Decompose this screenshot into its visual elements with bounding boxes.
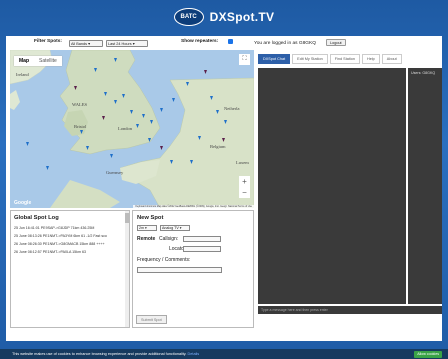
chat-section: DXSpot Chat Edit My Station Find Station… bbox=[254, 50, 442, 328]
cookie-banner: This website makes use of cookies to enh… bbox=[0, 349, 448, 359]
spot-marker-active bbox=[102, 116, 105, 120]
spot-marker bbox=[94, 68, 97, 72]
remote-label-text: Remote bbox=[137, 236, 156, 242]
log-entry: 25 Jun 16:41:01 PE9SAP->G8JDP 71km 436.2… bbox=[14, 226, 95, 230]
map-type-tabs: Map Satellite bbox=[14, 56, 62, 66]
spot-marker bbox=[142, 114, 145, 118]
zoom-out-button[interactable]: − bbox=[242, 187, 247, 198]
spot-marker bbox=[210, 96, 213, 100]
spot-map[interactable]: Ireland WALES Bristol London Netherla Be… bbox=[10, 50, 254, 208]
spot-marker bbox=[216, 110, 219, 114]
fullscreen-icon[interactable]: ⛶ bbox=[239, 54, 250, 65]
spot-marker bbox=[186, 82, 189, 86]
spot-marker bbox=[160, 108, 163, 112]
main-panel: Filter Spots: All Bands ▾ Last 24 Hours … bbox=[6, 36, 442, 341]
spot-marker bbox=[198, 136, 201, 140]
spot-marker bbox=[110, 154, 113, 158]
mode-select[interactable]: Analog TV ▾ bbox=[160, 225, 190, 231]
spot-marker bbox=[86, 146, 89, 150]
spot-marker bbox=[114, 58, 117, 62]
band-select[interactable]: 2m ▾ bbox=[137, 225, 157, 231]
spot-marker bbox=[80, 130, 83, 134]
tab-find-station[interactable]: Find Station bbox=[329, 54, 360, 64]
bands-value: All Bands bbox=[71, 42, 88, 46]
spot-marker-active bbox=[204, 70, 207, 74]
tab-about[interactable]: About bbox=[381, 54, 402, 64]
spot-markers bbox=[26, 58, 227, 170]
spot-marker bbox=[224, 120, 227, 124]
site-header: BATC DXSpot.TV bbox=[0, 0, 448, 34]
freq-label: Frequency / Comments: bbox=[137, 257, 191, 263]
log-entry: 26 June 08:12:57 PE1NMT->PA0LA 15km 63 bbox=[14, 250, 86, 254]
freq-comments-input[interactable] bbox=[137, 267, 222, 273]
filter-label: Filter Spots: bbox=[34, 39, 62, 44]
show-repeaters-label: Show repeaters: bbox=[181, 39, 219, 44]
spot-marker bbox=[46, 166, 49, 170]
remote-label: Remote bbox=[137, 236, 155, 242]
map-credit[interactable]: Keyboard shortcuts Map data ©2022 GeoBas… bbox=[133, 205, 254, 208]
spot-marker bbox=[114, 100, 117, 104]
allow-cookies-button[interactable]: Allow cookies bbox=[414, 351, 442, 358]
zoom-in-button[interactable]: + bbox=[242, 176, 247, 187]
spot-marker-active bbox=[222, 138, 225, 142]
spot-marker bbox=[190, 160, 193, 164]
cookie-text: This website makes use of cookies to enh… bbox=[12, 352, 199, 356]
spot-marker bbox=[104, 92, 107, 96]
batc-logo[interactable]: BATC bbox=[173, 8, 204, 26]
spot-marker bbox=[148, 138, 151, 142]
submit-spot-button[interactable]: Submit Spot bbox=[136, 315, 167, 324]
google-logo[interactable]: Google bbox=[14, 200, 31, 206]
bands-select[interactable]: All Bands ▾ bbox=[69, 40, 103, 47]
spot-marker-active bbox=[160, 146, 163, 150]
band-value: 2m bbox=[139, 226, 144, 230]
spot-marker bbox=[136, 124, 139, 128]
spot-marker bbox=[130, 110, 133, 114]
spot-marker-active bbox=[74, 86, 77, 90]
tab-edit-station[interactable]: Edit My Station bbox=[292, 54, 328, 64]
locator-input[interactable] bbox=[183, 246, 221, 252]
chat-user[interactable]: Users: G8GKQ bbox=[408, 68, 442, 78]
callsign-label: Callsign: bbox=[159, 236, 179, 242]
cookie-message: This website makes use of cookies to enh… bbox=[12, 352, 187, 356]
spot-marker bbox=[172, 98, 175, 102]
log-scrollbar[interactable] bbox=[125, 211, 129, 327]
spot-marker bbox=[26, 142, 29, 146]
cookie-details-link[interactable]: Details bbox=[188, 352, 200, 356]
callsign-input[interactable] bbox=[183, 236, 221, 242]
new-spot-panel: New Spot 2m ▾ Analog TV ▾ Remote Callsig… bbox=[132, 210, 254, 328]
log-scroll-thumb[interactable] bbox=[125, 213, 129, 223]
spot-marker bbox=[170, 160, 173, 164]
zoom-control: + − bbox=[239, 176, 250, 198]
chat-users-list: Users: G8GKQ bbox=[408, 68, 442, 304]
tab-dxspot-chat[interactable]: DXSpot Chat bbox=[258, 54, 291, 64]
tab-help[interactable]: Help bbox=[361, 54, 380, 64]
logo-wrap[interactable]: BATC DXSpot.TV bbox=[173, 8, 275, 26]
spot-log-panel: Global Spot Log 25 Jun 16:41:01 PE9SAP->… bbox=[10, 210, 130, 328]
mode-value: Analog TV bbox=[162, 226, 179, 230]
time-select[interactable]: Last 24 Hours ▾ bbox=[106, 40, 148, 47]
log-entry: 25 June 08:13:26 PE1NMT->PA3YM 6km 61 -1… bbox=[14, 234, 107, 238]
login-status: You are logged in as G8GKQ bbox=[254, 41, 316, 46]
chat-input[interactable]: Type a message here and then press enter bbox=[258, 306, 442, 314]
chat-tabs: DXSpot Chat Edit My Station Find Station… bbox=[258, 54, 402, 64]
spot-log-title: Global Spot Log bbox=[14, 215, 59, 221]
log-entry: 26 June 08:26:30 PE1NMT->G8GMACB 15km 88… bbox=[14, 242, 105, 246]
tab-map[interactable]: Map bbox=[14, 56, 34, 66]
spot-marker bbox=[122, 94, 125, 98]
chat-messages[interactable] bbox=[258, 68, 406, 304]
new-spot-title: New Spot bbox=[137, 215, 164, 221]
logout-button[interactable]: Logout bbox=[326, 39, 346, 46]
tab-satellite[interactable]: Satellite bbox=[34, 56, 62, 66]
spot-marker bbox=[150, 120, 153, 124]
time-value: Last 24 Hours bbox=[108, 42, 132, 46]
site-title: DXSpot.TV bbox=[209, 10, 275, 24]
show-repeaters-checkbox[interactable] bbox=[228, 39, 233, 44]
